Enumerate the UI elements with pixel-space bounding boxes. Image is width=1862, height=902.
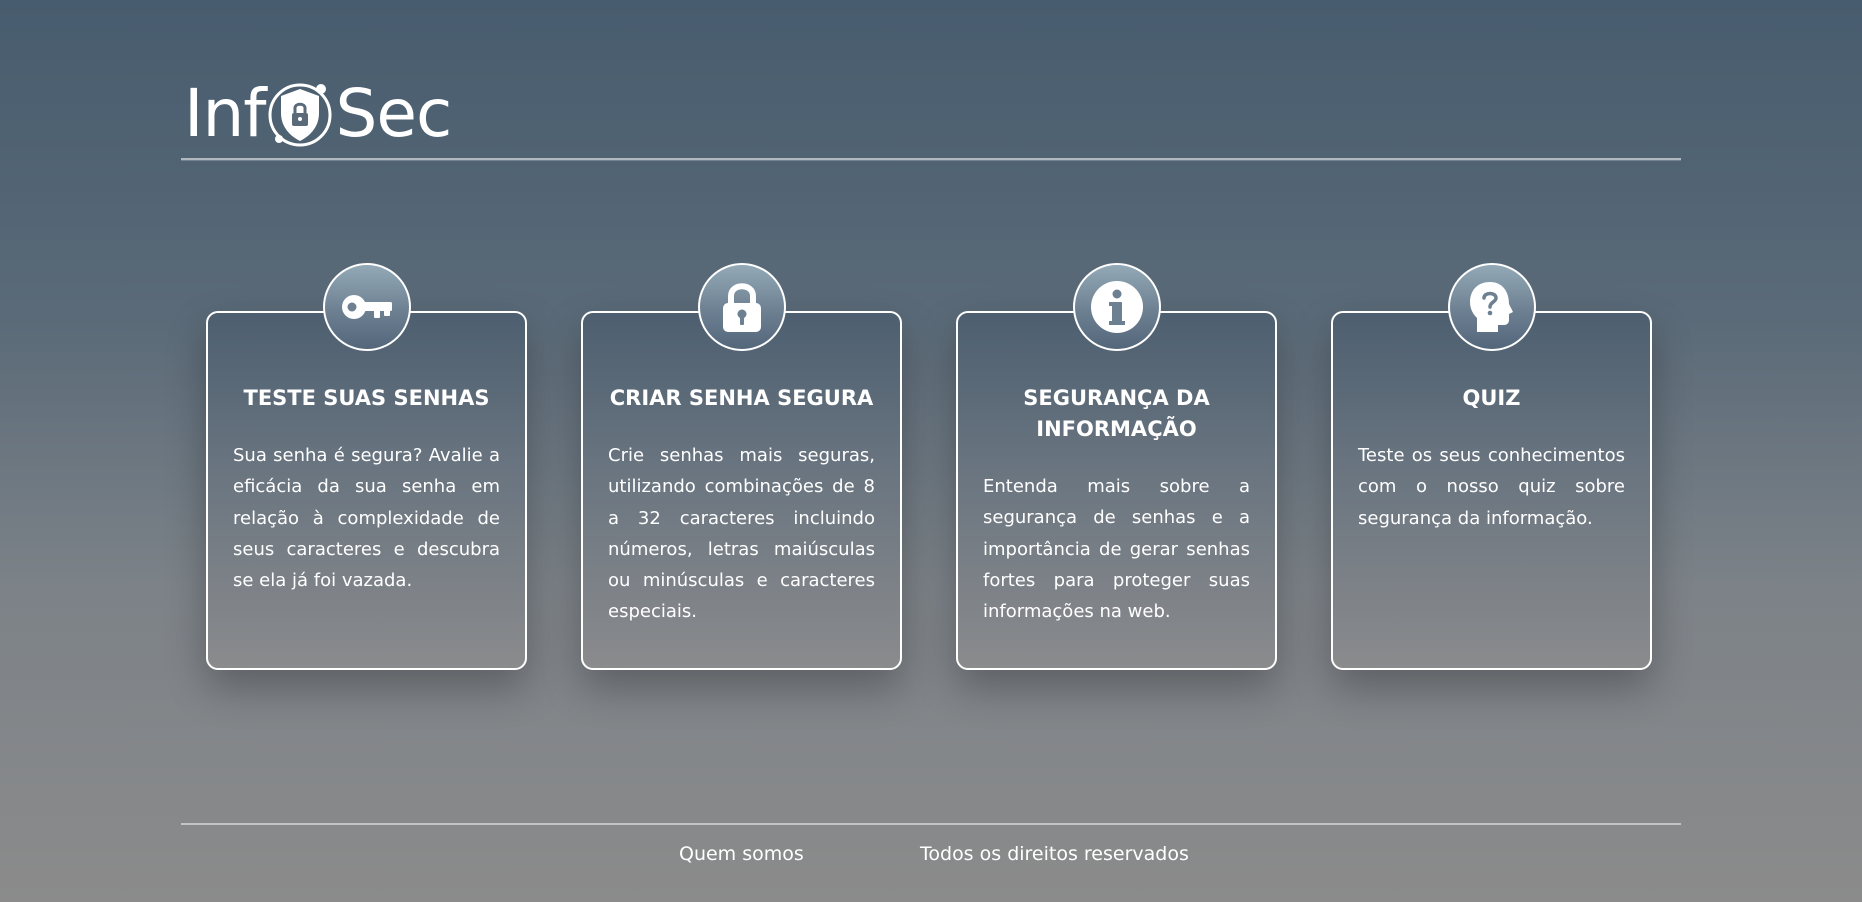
padlock-icon xyxy=(697,263,786,351)
card-description: Crie senhas mais seguras, utilizando com… xyxy=(608,445,875,623)
card-title: QUIZ xyxy=(1462,386,1521,410)
footer-divider xyxy=(181,823,1681,825)
card-quiz[interactable]: QUIZ Teste os seus conhecimentos com o n… xyxy=(1331,263,1652,670)
footer-links: Quem somos Todos os direitos reservados xyxy=(0,843,1862,873)
info-icon xyxy=(1072,263,1161,351)
card-description: Teste os seus conhecimentos com o nosso … xyxy=(1358,445,1625,529)
card-title: CRIAR SENHA SEGURA xyxy=(609,386,874,410)
card-criar-senha-segura[interactable]: CRIAR SENHA SEGURA Crie senhas mais segu… xyxy=(581,263,902,670)
direitos-reservados-link[interactable]: Todos os direitos reservados xyxy=(920,843,1189,865)
card-description: Entenda mais sobre a segurança de senhas… xyxy=(983,476,1250,623)
quem-somos-link[interactable]: Quem somos xyxy=(679,843,804,865)
key-icon xyxy=(322,263,411,351)
card-seguranca-da-informacao[interactable]: SEGURANÇA DA INFORMAÇÃO Entenda mais sob… xyxy=(956,263,1277,670)
card-teste-suas-senhas[interactable]: TESTE SUAS SENHAS Sua senha é segura? Av… xyxy=(206,263,527,670)
card-title: TESTE SUAS SENHAS xyxy=(243,386,490,410)
card-description: Sua senha é segura? Avalie a eficácia da… xyxy=(233,445,500,592)
card-title: SEGURANÇA DA INFORMAÇÃO xyxy=(1023,386,1210,441)
feature-cards: TESTE SUAS SENHAS Sua senha é segura? Av… xyxy=(0,0,1862,902)
head-question-icon xyxy=(1447,263,1536,351)
